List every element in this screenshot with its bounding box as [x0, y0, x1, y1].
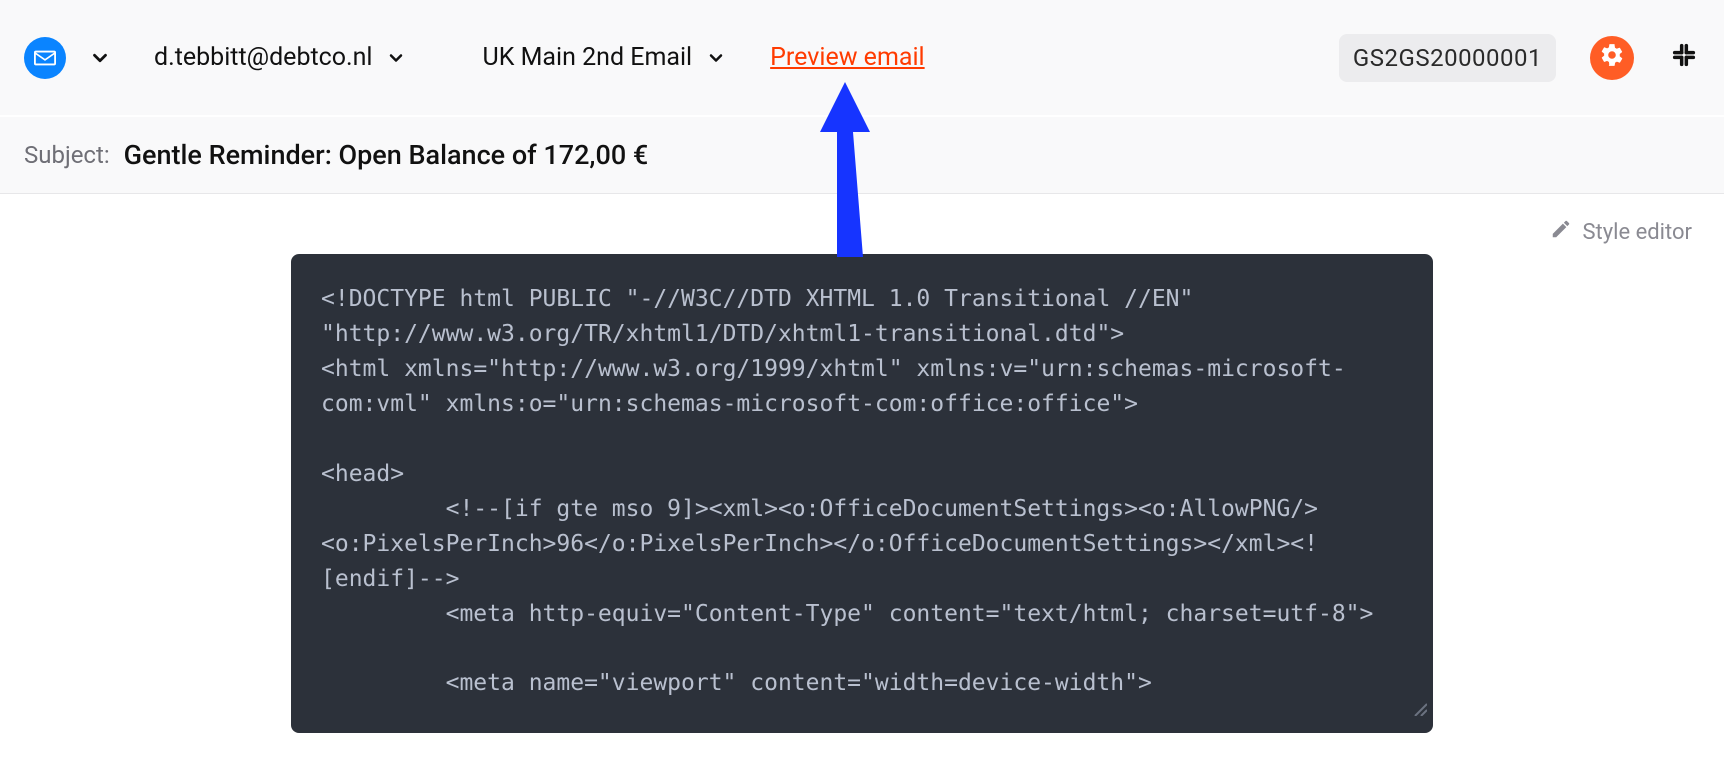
preview-email-link[interactable]: Preview email [770, 43, 924, 72]
style-editor-button[interactable]: Style editor [1550, 218, 1692, 246]
code-line: <!DOCTYPE html PUBLIC "-//W3C//DTD XHTML… [321, 286, 1207, 347]
channel-group [24, 37, 114, 79]
code-line: <meta name="viewport" content="width=dev… [321, 666, 1403, 701]
recipient-selector[interactable]: d.tebbitt@debtco.nl [150, 37, 410, 78]
template-value: UK Main 2nd Email [482, 43, 692, 72]
pencil-icon [1550, 218, 1572, 246]
template-selector[interactable]: UK Main 2nd Email [478, 37, 730, 78]
code-line: <head> [321, 461, 404, 487]
code-line: <!--[if gte mso 9]><xml><o:OfficeDocumen… [321, 492, 1403, 527]
code-line: <o:PixelsPerInch>96</o:PixelsPerInch></o… [321, 531, 1318, 592]
gear-icon [1599, 42, 1625, 74]
code-line: <meta http-equiv="Content-Type" content=… [321, 597, 1403, 632]
collapse-button[interactable] [1668, 42, 1700, 74]
html-source-editor[interactable]: <!DOCTYPE html PUBLIC "-//W3C//DTD XHTML… [291, 254, 1433, 733]
code-line: <html xmlns="http://www.w3.org/1999/xhtm… [321, 356, 1346, 417]
recipient-value: d.tebbitt@debtco.nl [154, 43, 372, 72]
style-editor-label: Style editor [1582, 220, 1692, 245]
channel-dropdown[interactable] [86, 44, 114, 72]
settings-button[interactable] [1590, 36, 1634, 80]
subject-value[interactable]: Gentle Reminder: Open Balance of 172,00 … [124, 139, 649, 171]
case-reference-pill[interactable]: GS2GS20000001 [1339, 34, 1556, 82]
editor-toolbar: Style editor [0, 194, 1724, 254]
code-area: <!DOCTYPE html PUBLIC "-//W3C//DTD XHTML… [0, 254, 1724, 773]
subject-bar: Subject: Gentle Reminder: Open Balance o… [0, 116, 1724, 194]
case-reference-value: GS2GS20000001 [1353, 44, 1542, 72]
collapse-icon [1670, 41, 1698, 75]
mail-icon [24, 37, 66, 79]
resize-handle-icon[interactable] [1411, 692, 1427, 727]
email-composer-topbar: d.tebbitt@debtco.nl UK Main 2nd Email Pr… [0, 0, 1724, 116]
subject-label: Subject: [24, 141, 110, 169]
